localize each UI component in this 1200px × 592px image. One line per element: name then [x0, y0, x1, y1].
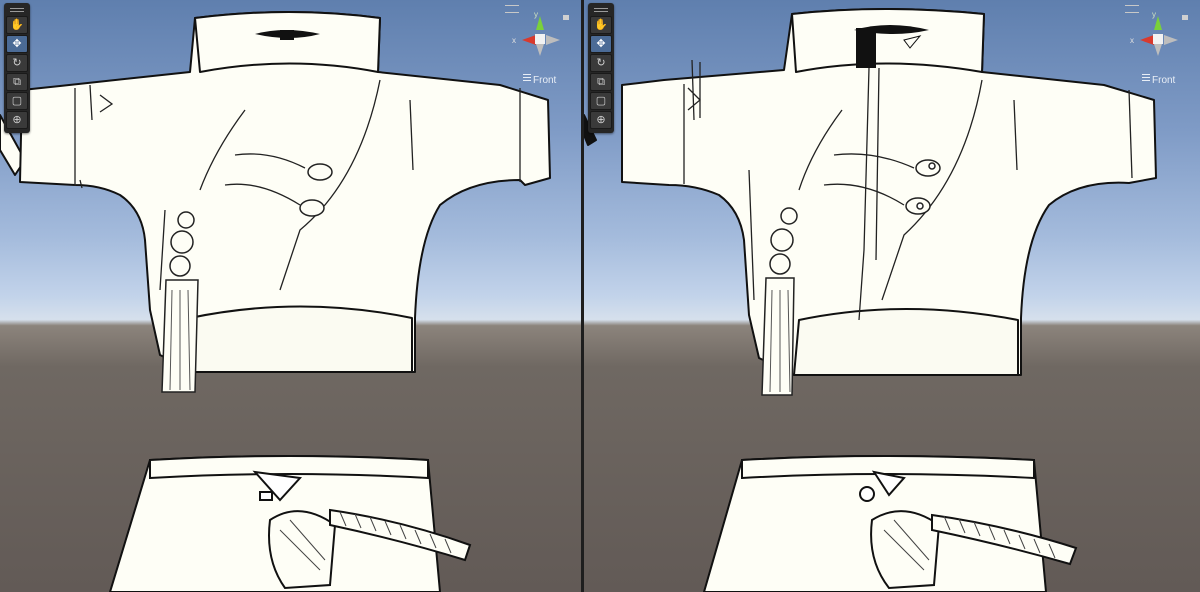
garment-render-left	[0, 11, 551, 592]
scale-tool-icon[interactable]: ⧉	[6, 73, 28, 91]
rect-tool-icon[interactable]: ▢	[6, 92, 28, 110]
hand-tool-icon[interactable]: ✋	[6, 16, 28, 34]
scene-view-split: ✋ ✥ ↻ ⧉ ▢ ⊕ y x Front ✋ ✥ ↻ ⧉ ▢ ⊕ y x Fr…	[0, 0, 1200, 592]
transform-tool-icon[interactable]: ⊕	[6, 111, 28, 129]
garment-render-right	[584, 8, 1157, 592]
axis-y-label: y	[534, 10, 538, 19]
move-tool-icon[interactable]: ✥	[590, 35, 612, 53]
jacket-collar	[791, 8, 985, 73]
move-tool-icon[interactable]: ✥	[6, 35, 28, 53]
jacket-collar	[194, 11, 381, 73]
menu-icon	[523, 72, 531, 83]
rotate-tool-icon[interactable]: ↻	[6, 54, 28, 72]
view-orientation-text: Front	[533, 75, 557, 86]
view-orientation-text: Front	[1152, 75, 1176, 86]
scene-toolbar-right: ✋ ✥ ↻ ⧉ ▢ ⊕	[588, 3, 614, 133]
axis-y-label: y	[1152, 10, 1156, 19]
scene-viewport-left[interactable]: ✋ ✥ ↻ ⧉ ▢ ⊕ y x Front	[0, 0, 581, 592]
axis-x-label: x	[1130, 36, 1134, 45]
scene-toolbar-left: ✋ ✥ ↻ ⧉ ▢ ⊕	[4, 3, 30, 133]
scene-viewport-right[interactable]: ✋ ✥ ↻ ⧉ ▢ ⊕ y x Front	[584, 0, 1200, 592]
scale-tool-icon[interactable]: ⧉	[590, 73, 612, 91]
drag-handle[interactable]	[594, 8, 608, 12]
orientation-gizmo-left[interactable]: y x	[512, 10, 572, 80]
transform-tool-icon[interactable]: ⊕	[590, 111, 612, 129]
rect-tool-icon[interactable]: ▢	[590, 92, 612, 110]
axis-x-label: x	[512, 36, 516, 45]
view-orientation-label[interactable]: Front	[1142, 72, 1175, 86]
rotate-tool-icon[interactable]: ↻	[590, 54, 612, 72]
drag-handle[interactable]	[10, 8, 24, 12]
menu-icon	[1142, 72, 1150, 83]
view-orientation-label[interactable]: Front	[523, 72, 556, 86]
hand-tool-icon[interactable]: ✋	[590, 16, 612, 34]
orientation-gizmo-right[interactable]: y x	[1130, 10, 1190, 80]
